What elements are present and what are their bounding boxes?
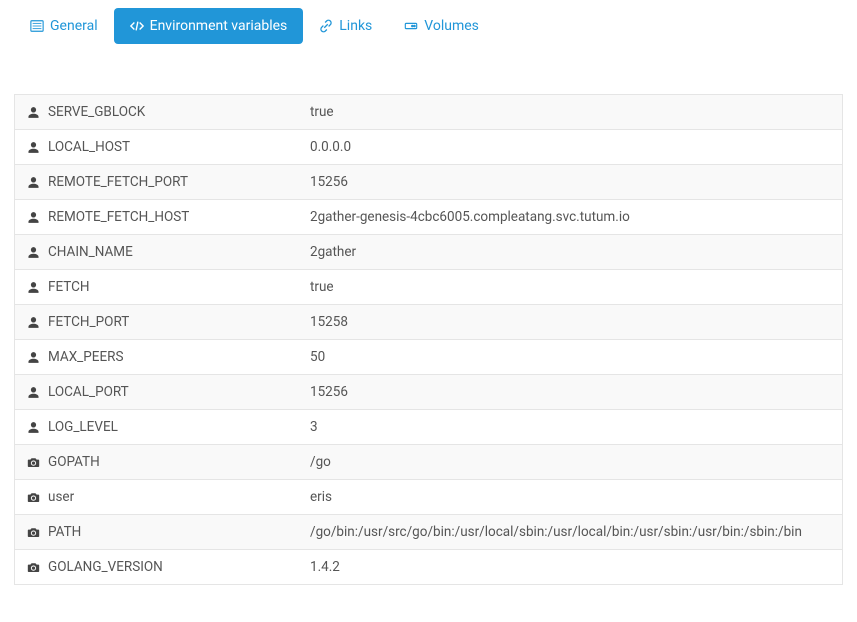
user-icon bbox=[27, 421, 40, 434]
env-value: 2gather bbox=[298, 235, 842, 269]
env-value: true bbox=[298, 270, 842, 304]
user-icon bbox=[27, 281, 40, 294]
env-value: 1.4.2 bbox=[298, 550, 842, 584]
camera-icon bbox=[27, 456, 40, 469]
table-row: CHAIN_NAME 2gather bbox=[15, 235, 842, 270]
user-icon bbox=[27, 316, 40, 329]
camera-icon bbox=[27, 561, 40, 574]
tab-env-label: Environment variables bbox=[150, 18, 288, 34]
table-row: MAX_PEERS 50 bbox=[15, 340, 842, 375]
env-key: LOCAL_HOST bbox=[48, 139, 130, 155]
env-key: REMOTE_FETCH_HOST bbox=[48, 209, 189, 225]
env-key: FETCH_PORT bbox=[48, 314, 129, 330]
table-row: LOG_LEVEL 3 bbox=[15, 410, 842, 445]
tab-general-label: General bbox=[50, 18, 98, 34]
env-key: MAX_PEERS bbox=[48, 349, 123, 365]
user-icon bbox=[27, 246, 40, 259]
env-key-cell: REMOTE_FETCH_HOST bbox=[15, 200, 298, 234]
env-value: eris bbox=[298, 480, 842, 514]
env-key: GOPATH bbox=[48, 454, 100, 470]
env-key: FETCH bbox=[48, 279, 90, 295]
env-key: PATH bbox=[48, 524, 81, 540]
tab-general[interactable]: General bbox=[14, 8, 114, 44]
tab-links-label: Links bbox=[339, 18, 372, 34]
user-icon bbox=[27, 106, 40, 119]
table-row: LOCAL_PORT 15256 bbox=[15, 375, 842, 410]
tab-environment-variables[interactable]: Environment variables bbox=[114, 8, 304, 44]
table-row: FETCH true bbox=[15, 270, 842, 305]
table-row: user eris bbox=[15, 480, 842, 515]
env-key: user bbox=[48, 489, 74, 505]
env-key: REMOTE_FETCH_PORT bbox=[48, 174, 188, 190]
user-icon bbox=[27, 141, 40, 154]
env-value: 15256 bbox=[298, 165, 842, 199]
table-row: GOLANG_VERSION 1.4.2 bbox=[15, 550, 842, 584]
table-row: FETCH_PORT 15258 bbox=[15, 305, 842, 340]
env-key-cell: SERVE_GBLOCK bbox=[15, 95, 298, 129]
tab-volumes-label: Volumes bbox=[424, 18, 479, 34]
env-value: 3 bbox=[298, 410, 842, 444]
code-icon bbox=[130, 19, 144, 33]
env-key-cell: FETCH bbox=[15, 270, 298, 304]
env-variables-table: SERVE_GBLOCKtrueLOCAL_HOST0.0.0.0REMOTE_… bbox=[14, 94, 843, 585]
user-icon bbox=[27, 176, 40, 189]
tab-volumes[interactable]: Volumes bbox=[388, 8, 495, 44]
env-key: GOLANG_VERSION bbox=[48, 559, 163, 575]
env-value: 50 bbox=[298, 340, 842, 374]
env-value: /go bbox=[298, 445, 842, 479]
env-key-cell: CHAIN_NAME bbox=[15, 235, 298, 269]
table-row: LOCAL_HOST 0.0.0.0 bbox=[15, 130, 842, 165]
env-key-cell: user bbox=[15, 480, 298, 514]
env-key-cell: PATH bbox=[15, 515, 298, 549]
camera-icon bbox=[27, 526, 40, 539]
env-key-cell: LOCAL_PORT bbox=[15, 375, 298, 409]
table-row: PATH/go/bin:/usr/src/go/bin:/usr/local/s… bbox=[15, 515, 842, 550]
env-key-cell: FETCH_PORT bbox=[15, 305, 298, 339]
env-key-cell: LOG_LEVEL bbox=[15, 410, 298, 444]
env-key: CHAIN_NAME bbox=[48, 244, 133, 260]
env-value: 15256 bbox=[298, 375, 842, 409]
env-key-cell: LOCAL_HOST bbox=[15, 130, 298, 164]
tabs-bar: General Environment variables Links Volu… bbox=[14, 8, 843, 44]
env-key-cell: REMOTE_FETCH_PORT bbox=[15, 165, 298, 199]
env-key-cell: MAX_PEERS bbox=[15, 340, 298, 374]
table-row: SERVE_GBLOCK true bbox=[15, 95, 842, 130]
env-key: SERVE_GBLOCK bbox=[48, 104, 145, 120]
tab-links[interactable]: Links bbox=[303, 8, 388, 44]
env-key: LOG_LEVEL bbox=[48, 419, 118, 435]
list-icon bbox=[30, 19, 44, 33]
user-icon bbox=[27, 211, 40, 224]
user-icon bbox=[27, 386, 40, 399]
env-value: 15258 bbox=[298, 305, 842, 339]
table-row: REMOTE_FETCH_PORT 15256 bbox=[15, 165, 842, 200]
table-row: GOPATH/go bbox=[15, 445, 842, 480]
hdd-icon bbox=[404, 19, 418, 33]
camera-icon bbox=[27, 491, 40, 504]
env-key-cell: GOPATH bbox=[15, 445, 298, 479]
table-row: REMOTE_FETCH_HOST 2gather-genesis-4cbc600… bbox=[15, 200, 842, 235]
env-value: 2gather-genesis-4cbc6005.compleatang.svc… bbox=[298, 200, 842, 234]
env-key: LOCAL_PORT bbox=[48, 384, 129, 400]
user-icon bbox=[27, 351, 40, 364]
link-icon bbox=[319, 19, 333, 33]
env-value: true bbox=[298, 95, 842, 129]
env-value: 0.0.0.0 bbox=[298, 130, 842, 164]
env-value: /go/bin:/usr/src/go/bin:/usr/local/sbin:… bbox=[298, 515, 842, 549]
env-key-cell: GOLANG_VERSION bbox=[15, 550, 298, 584]
